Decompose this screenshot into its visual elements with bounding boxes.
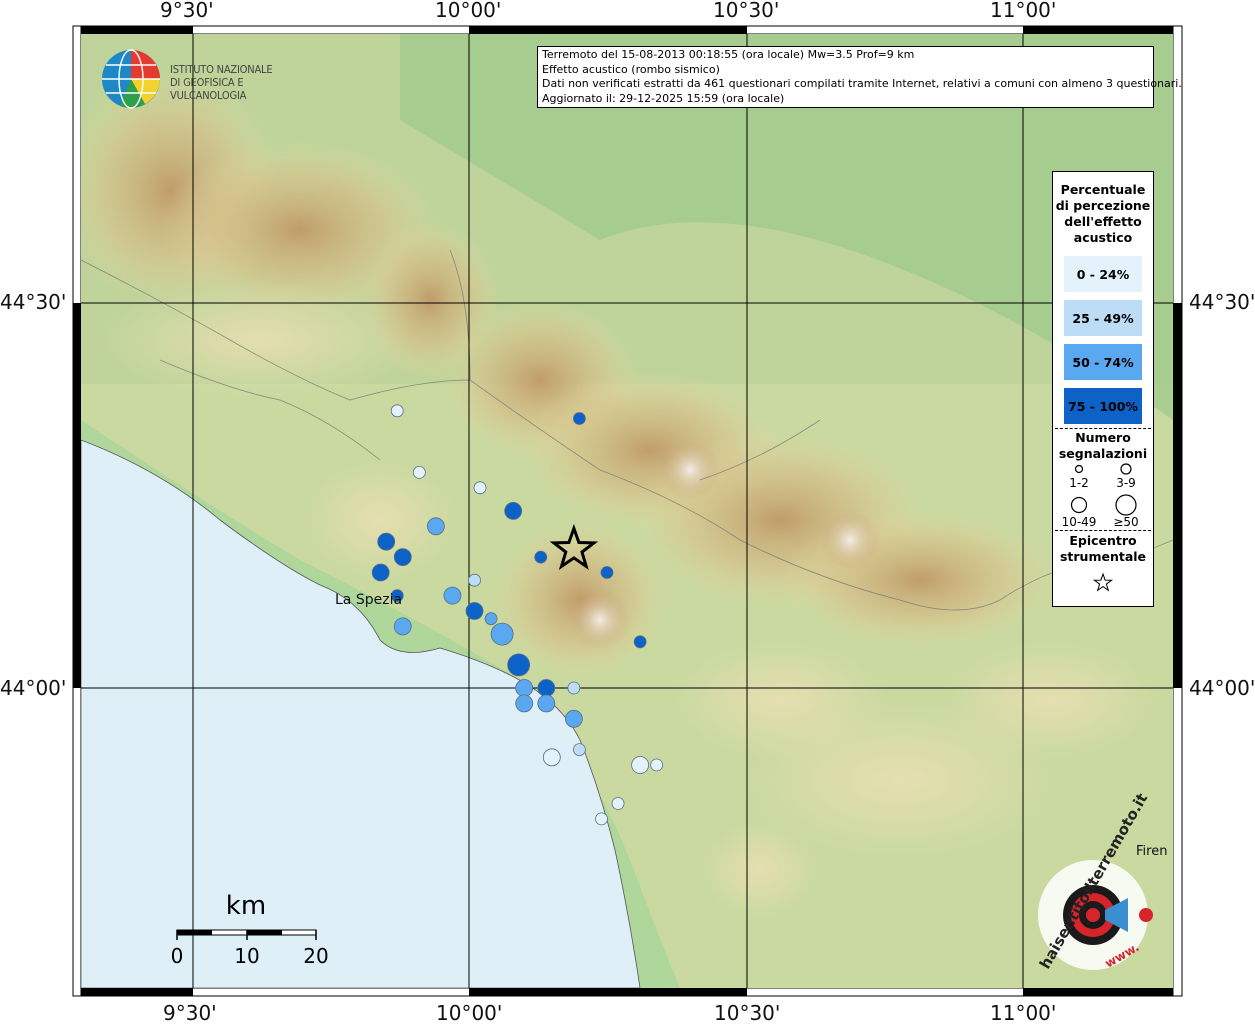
size-label-3: 10-49 — [1062, 515, 1097, 529]
observation-point — [515, 679, 534, 697]
observation-point — [468, 573, 481, 587]
observation-point — [473, 481, 487, 495]
legend-title-4: acustico — [1073, 230, 1133, 245]
ingv-globe-icon — [102, 49, 160, 109]
observation-point — [490, 622, 514, 646]
legend-title-3: dell'effetto — [1064, 214, 1142, 229]
top-lon-1030: 10°30' — [713, 0, 780, 22]
observation-point — [650, 758, 664, 772]
observation-point — [600, 566, 614, 579]
observation-point — [484, 612, 498, 626]
legend-class-3: 75 - 100% — [1064, 388, 1142, 424]
observation-point — [631, 756, 650, 774]
observation-point — [611, 797, 625, 810]
size-label-1: 1-2 — [1069, 476, 1089, 490]
legend: Percentuale di percezione dell'effetto a… — [1052, 171, 1154, 607]
observation-point — [633, 635, 647, 649]
scale-unit: km — [226, 891, 266, 921]
observation-point — [393, 617, 412, 636]
observation-point — [567, 681, 581, 695]
legend-class-1: 25 - 49% — [1064, 300, 1142, 336]
observation-point — [564, 709, 583, 728]
observation-point — [393, 548, 412, 566]
observation-point — [507, 653, 531, 677]
observation-point — [515, 694, 534, 713]
bottom-lon-1030: 10°30' — [714, 1001, 781, 1025]
observation-point — [537, 679, 556, 697]
event-line-2: Effetto acustico (rombo sismico) — [542, 62, 720, 76]
bottom-lon-1000: 10°00' — [436, 1001, 503, 1025]
scale-tick-0: 0 — [171, 944, 184, 968]
bottom-lon-1100: 11°00' — [990, 1001, 1057, 1025]
event-line-4: Aggiornato il: 29-12-2025 15:59 (ora loc… — [542, 91, 785, 105]
observation-point — [412, 465, 426, 479]
observation-point — [377, 532, 396, 551]
size-label-2: 3-9 — [1116, 476, 1136, 490]
observation-point — [573, 743, 586, 756]
place-la-spezia: La Spezia — [335, 592, 403, 608]
right-lat-4430: 44°30' — [1189, 290, 1255, 314]
observation-point — [537, 694, 556, 713]
legend-class-0: 0 - 24% — [1064, 256, 1142, 292]
left-lat-4430: 44°30' — [0, 290, 67, 314]
observation-point — [534, 550, 548, 564]
left-lat-4400: 44°00' — [0, 676, 67, 700]
top-lon-1000: 10°00' — [435, 0, 502, 22]
observation-point — [443, 586, 462, 605]
event-line-3: Dati non verificati estratti da 461 ques… — [542, 77, 1182, 91]
bottom-lon-930: 9°30' — [163, 1001, 217, 1025]
scale-tick-20: 20 — [303, 944, 328, 968]
logo-line-1: ISTITUTO NAZIONALE — [170, 63, 273, 76]
top-lon-1100: 11°00' — [990, 0, 1057, 22]
size-title-1: Numero — [1075, 430, 1131, 445]
right-lat-4400: 44°00' — [1189, 676, 1255, 700]
observation-point — [542, 748, 561, 767]
observation-point — [595, 812, 608, 826]
epicenter-legend-icon — [1092, 572, 1114, 592]
observation-point — [426, 517, 445, 536]
legend-class-2: 50 - 74% — [1064, 344, 1142, 380]
observation-point — [573, 412, 586, 425]
observation-point — [371, 563, 390, 582]
legend-title-2: di percezione — [1055, 198, 1151, 213]
place-firenze: Firen — [1136, 844, 1168, 859]
size-label-4: ≥50 — [1113, 515, 1138, 529]
event-info-box: Terremoto del 15-08-2013 00:18:55 (ora l… — [537, 46, 1182, 108]
event-line-1: Terremoto del 15-08-2013 00:18:55 (ora l… — [542, 48, 915, 61]
size-legend-symbols: 1-2 3-9 10-49 ≥50 — [1062, 463, 1139, 529]
logo-line-2: DI GEOFISICA E VULCANOLOGIA — [170, 76, 247, 102]
observation-point — [465, 602, 484, 620]
epi-title-2: strumentale — [1059, 549, 1147, 564]
observation-point — [390, 404, 404, 418]
legend-title: Percentuale di percezione dell'effetto a… — [1053, 182, 1153, 246]
legend-title-1: Percentuale — [1060, 182, 1146, 197]
scale-tick-10: 10 — [234, 944, 259, 968]
top-lon-930: 9°30' — [160, 0, 214, 22]
epi-title-1: Epicentro — [1069, 533, 1137, 548]
size-title-2: segnalazioni — [1058, 446, 1148, 461]
observation-point — [504, 501, 523, 520]
ingv-logo: ISTITUTO NAZIONALE DI GEOFISICA E VULCAN… — [100, 48, 320, 110]
